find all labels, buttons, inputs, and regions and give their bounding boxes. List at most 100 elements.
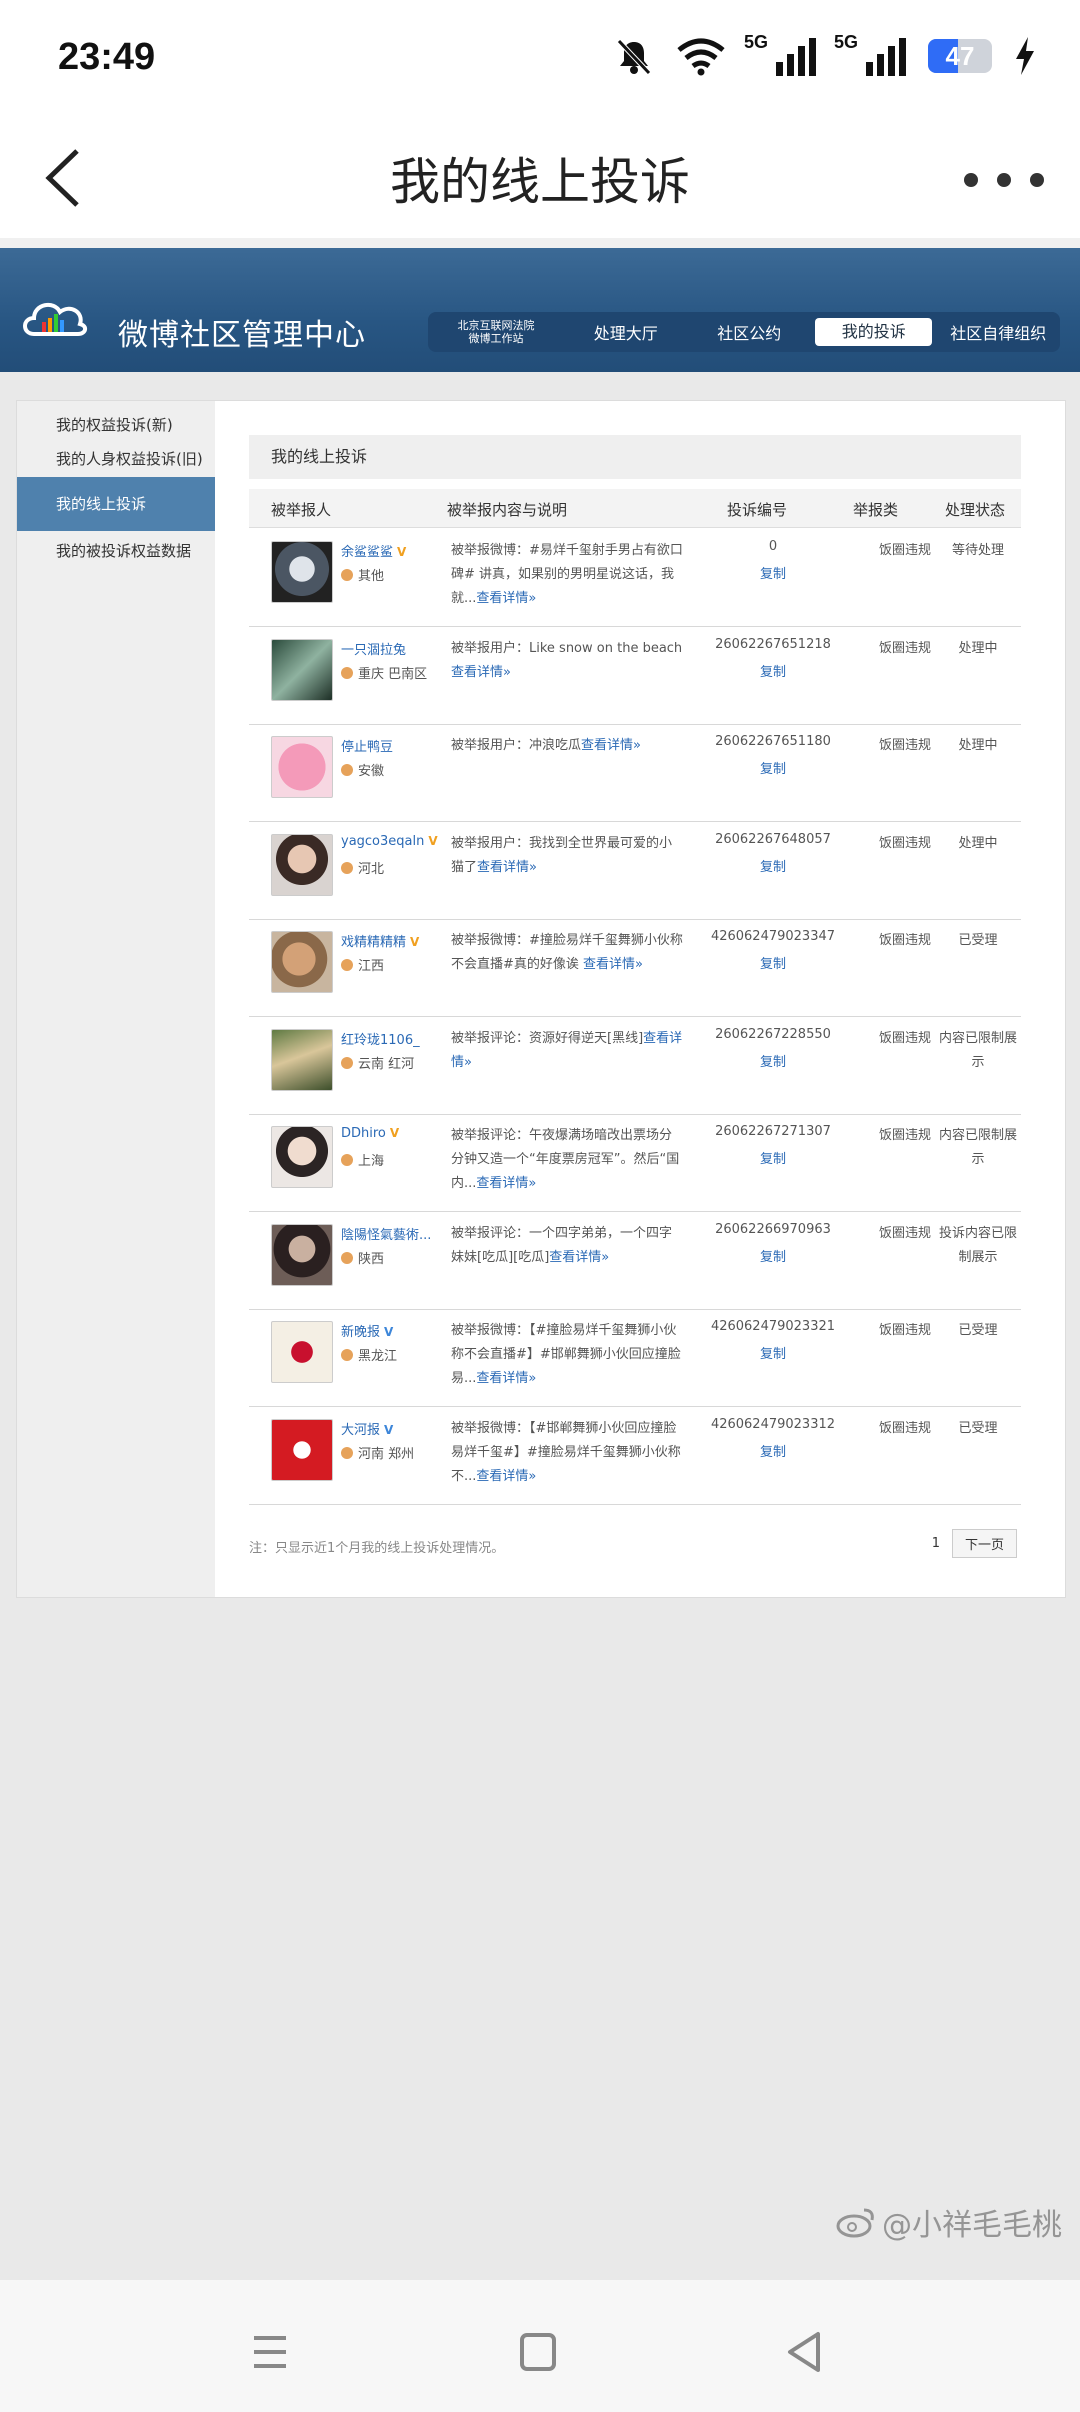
avatar[interactable]	[271, 736, 333, 798]
copy-link[interactable]: 复制	[697, 563, 849, 582]
copy-link[interactable]: 复制	[697, 1441, 849, 1460]
page-number[interactable]: 1	[932, 1536, 940, 1551]
complaint-id: 26062267651180	[715, 734, 831, 749]
person-icon	[341, 861, 353, 874]
user-location: 上海	[341, 1150, 384, 1169]
nav-court[interactable]: 北京互联网法院 微博工作站	[428, 319, 564, 345]
back-nav-button[interactable]	[776, 2322, 836, 2382]
view-details-link[interactable]: 查看详情»	[583, 957, 643, 972]
copy-link[interactable]: 复制	[697, 1343, 849, 1362]
complaint-description: 被举报用户：Like snow on the beach 查看详情»	[451, 637, 683, 685]
header-reported-user: 被举报人	[271, 501, 332, 519]
avatar[interactable]	[271, 1321, 333, 1383]
dot-icon	[964, 173, 978, 187]
reported-user-name[interactable]: 一只涸拉兔	[341, 639, 406, 658]
reported-user-name[interactable]: DDhiro V	[341, 1126, 399, 1141]
square-icon	[520, 2333, 556, 2371]
view-details-link[interactable]: 查看详情»	[476, 1371, 536, 1386]
copy-link[interactable]: 复制	[697, 1246, 849, 1265]
location-text: 其他	[358, 569, 385, 584]
table-header: 被举报人 被举报内容与说明 投诉编号 举报类 处理状态	[249, 489, 1021, 528]
view-details-link[interactable]: 查看详情»	[549, 1250, 609, 1265]
complaint-id: 26062267651218	[715, 636, 831, 652]
avatar[interactable]	[271, 638, 333, 701]
user-location: 其他	[341, 565, 384, 584]
complaint-id: 426062479023347	[710, 929, 836, 944]
web-content: 微博社区管理中心 北京互联网法院 微博工作站 处理大厅 社区公约 我的投诉 社区…	[0, 248, 1080, 2280]
reported-user-name[interactable]: 停止鸭豆	[341, 736, 393, 755]
content-title: 我的线上投诉	[249, 435, 1021, 479]
copy-link[interactable]: 复制	[697, 1148, 849, 1167]
person-icon	[341, 666, 353, 679]
copy-link[interactable]: 复制	[697, 1051, 849, 1070]
person-icon	[341, 1056, 353, 1069]
app-header: 我的线上投诉	[0, 120, 1080, 239]
verified-badge-icon: V	[428, 833, 438, 848]
status-text: 等待处理	[951, 543, 1004, 558]
menu-icon	[254, 2336, 286, 2368]
more-options-button[interactable]	[964, 160, 1044, 200]
nav-self-regulation[interactable]: 社区自律组织	[936, 320, 1060, 344]
view-details-link[interactable]: 查看详情»	[581, 738, 641, 753]
complaint-description: 被举报评论：一个四字弟弟，一个四字妹妹[吃瓜][吃瓜]查看详情»	[451, 1222, 683, 1270]
status-text: 内容已限制展示	[938, 1030, 1017, 1070]
complaint-id: 0	[768, 539, 778, 554]
complaint-id: 26062267648057	[715, 831, 831, 847]
location-text: 重庆 巴南区	[358, 666, 428, 682]
avatar[interactable]	[271, 1028, 333, 1091]
reported-user-name[interactable]: 大河报 V	[341, 1419, 393, 1438]
location-text: 河北	[358, 861, 385, 877]
location-text: 河南 郑州	[358, 1446, 415, 1462]
divider	[0, 238, 1080, 248]
nav-my-complaints[interactable]: 我的投诉	[815, 318, 933, 346]
reported-user-name[interactable]: 戏精精精精 V	[341, 931, 419, 950]
nav-hall[interactable]: 处理大厅	[564, 320, 688, 344]
sidebar-item-rights-new[interactable]: 我的权益投诉(新)	[17, 401, 215, 441]
avatar[interactable]	[271, 541, 333, 603]
home-button[interactable]	[508, 2322, 568, 2382]
next-page-button[interactable]: 下一页	[951, 1529, 1017, 1558]
view-details-link[interactable]: 查看详情»	[451, 665, 511, 680]
sidebar-item-online-complaints[interactable]: 我的线上投诉	[17, 477, 215, 531]
view-details-link[interactable]: 查看详情»	[476, 1176, 536, 1191]
nav-court-line1: 北京互联网法院	[457, 319, 535, 332]
reported-user-name[interactable]: 新晚报 V	[341, 1321, 393, 1340]
copy-link[interactable]: 复制	[697, 661, 849, 680]
status-text: 内容已限制展示	[938, 1128, 1017, 1167]
footer-note: 注：只显示近1个月我的线上投诉处理情况。	[249, 1541, 505, 1556]
avatar[interactable]	[271, 1418, 333, 1481]
sidebar-item-complained-data[interactable]: 我的被投诉权益数据	[17, 531, 215, 571]
signal-icon: 5G	[744, 32, 816, 76]
reported-user-name[interactable]: 陰陽怪氣藝術...	[341, 1224, 431, 1243]
view-details-link[interactable]: 查看详情»	[476, 591, 536, 606]
status-bar: 23:49 5G 5G 47	[0, 0, 1080, 120]
user-location: 安徽	[341, 760, 384, 779]
nav-convention[interactable]: 社区公约	[687, 320, 811, 344]
site-nav: 北京互联网法院 微博工作站 处理大厅 社区公约 我的投诉 社区自律组织	[428, 312, 1060, 352]
view-details-link[interactable]: 查看详情»	[477, 860, 537, 875]
copy-link[interactable]: 复制	[697, 758, 849, 777]
sidebar-item-personal-rights-old[interactable]: 我的人身权益投诉(旧)	[17, 441, 215, 477]
avatar[interactable]	[271, 1126, 333, 1188]
menu-button[interactable]	[240, 2322, 300, 2382]
avatar[interactable]	[271, 931, 333, 993]
copy-link[interactable]: 复制	[697, 953, 849, 972]
status-text: 已受理	[958, 933, 998, 948]
verified-badge-icon: V	[410, 935, 420, 949]
reported-user-name[interactable]: yagco3eqaln V	[341, 834, 438, 849]
reported-user-name[interactable]: 余鲨鲨鲨 V	[341, 541, 406, 560]
bell-muted-icon	[617, 39, 651, 75]
reported-user-name[interactable]: 红玲珑1106_	[341, 1029, 420, 1048]
avatar[interactable]	[271, 833, 333, 896]
table-row: 一只涸拉兔重庆 巴南区 被举报用户：Like snow on the beach 查…	[249, 627, 1021, 725]
verified-badge-icon: V	[397, 545, 407, 559]
table-row: 大河报 V 河南 郑州 被举报微博：【#邯郸舞狮小伙回应撞脸易烊千玺#】#撞脸易烊千玺…	[249, 1407, 1021, 1505]
watermark-text: @小祥毛毛桃	[882, 2208, 1062, 2243]
table-row: 戏精精精精 V 江西 被举报微博：#撞脸易烊千玺舞狮小伙称不会直播#真的好像诶 查看详…	[249, 919, 1021, 1017]
location-text: 陕西	[358, 1251, 385, 1267]
copy-link[interactable]: 复制	[697, 856, 849, 875]
avatar[interactable]	[271, 1223, 333, 1286]
location-text: 云南 红河	[358, 1056, 415, 1072]
person-icon	[341, 764, 353, 776]
view-details-link[interactable]: 查看详情»	[476, 1469, 536, 1484]
